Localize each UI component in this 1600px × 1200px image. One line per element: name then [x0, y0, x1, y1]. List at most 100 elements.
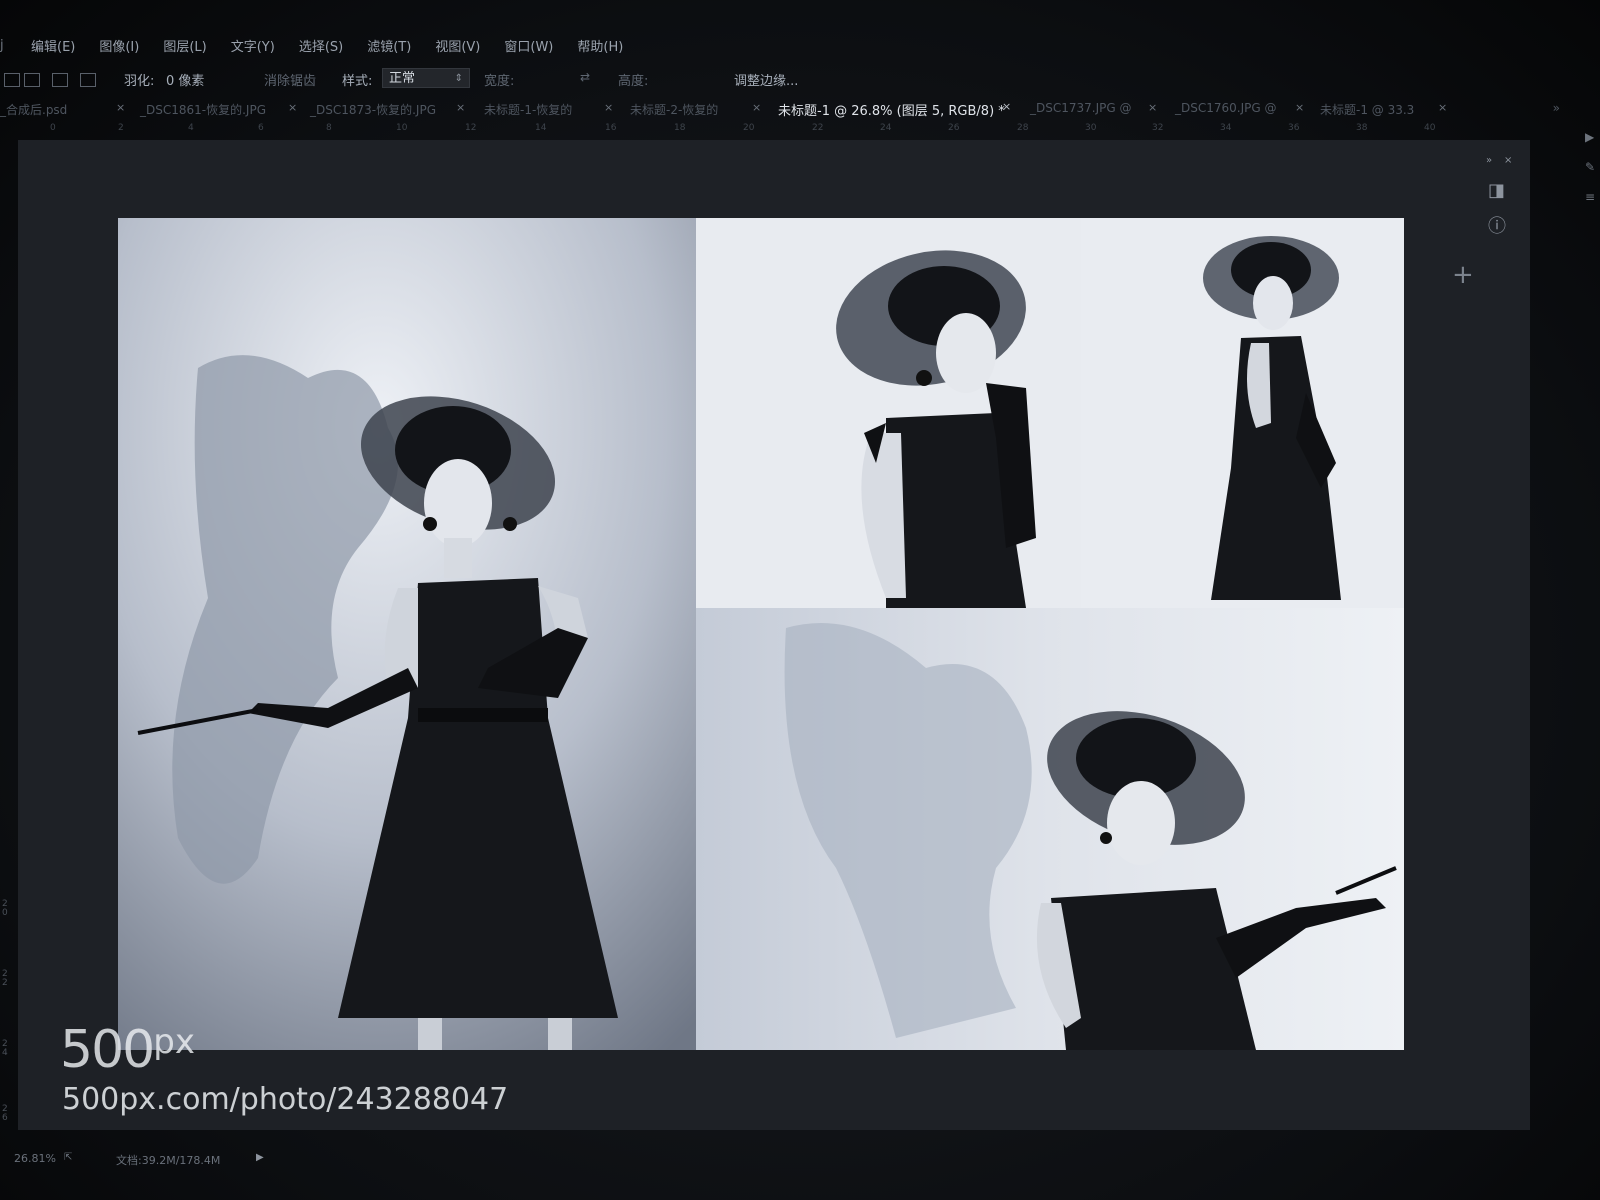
ruler-tick-label: 4	[188, 123, 194, 133]
ruler-tick-label: 32	[1152, 123, 1164, 133]
panel-collapse-icon[interactable]: »	[1486, 155, 1492, 166]
photo-standing-side-pose	[1081, 218, 1404, 608]
export-icon[interactable]: ⇱	[64, 1152, 72, 1163]
vruler-tick-label: 24	[2, 1039, 8, 1058]
menu-item-layer[interactable]: 图层(L)	[160, 34, 209, 57]
swap-icon[interactable]: ⇄	[580, 70, 590, 84]
image-canvas[interactable]	[118, 218, 1404, 1050]
close-icon[interactable]: ×	[604, 101, 613, 114]
watermark-logo: 500px	[60, 1020, 195, 1080]
close-icon[interactable]: ×	[1438, 101, 1447, 114]
zoom-level-field[interactable]: 26.81%	[14, 1152, 56, 1165]
tab-label: 未标题-1 @ 26.8% (图层 5, RGB/8) *	[778, 104, 1005, 119]
ruler-tick-label: 36	[1288, 123, 1300, 133]
menu-item-select[interactable]: 选择(S)	[296, 34, 346, 57]
menu-bar: j 编辑(E) 图像(I) 图层(L) 文字(Y) 选择(S) 滤镜(T) 视图…	[0, 30, 1600, 60]
subtract-selection-icon[interactable]	[52, 73, 68, 87]
tab-document[interactable]: 未标题-1-恢复的 ×	[484, 101, 613, 118]
tab-label: _DSC1861-恢复的.JPG	[140, 103, 266, 117]
monitor-screen: j 编辑(E) 图像(I) 图层(L) 文字(Y) 选择(S) 滤镜(T) 视图…	[0, 0, 1600, 1200]
menu-item-type[interactable]: 文字(Y)	[228, 34, 278, 57]
vruler-tick-label: 26	[2, 1104, 8, 1123]
sliders-icon[interactable]: ≡	[1585, 190, 1595, 204]
menu-item-file-partial[interactable]: j	[0, 38, 10, 53]
new-selection-icon[interactable]	[4, 73, 20, 87]
ruler-tick-label: 16	[605, 123, 617, 133]
right-panel-dock: » × ◨ ⓘ +	[1452, 150, 1520, 350]
watermark-url: 500px.com/photo/243288047	[62, 1082, 509, 1117]
horizontal-ruler: 0 2 4 6 8 10 12 14 16 18 20 22 24 26 28 …	[0, 122, 1540, 136]
options-bar: 羽化: 0 像素 消除锯齿 样式: 正常 ⇕ 宽度: ⇄ 高度: 调整边缘...	[0, 64, 1600, 94]
watermark-logo-px: px	[153, 1022, 195, 1062]
menu-item-help[interactable]: 帮助(H)	[574, 34, 626, 57]
width-label: 宽度:	[484, 74, 515, 89]
properties-icon[interactable]: ◨	[1488, 180, 1505, 201]
close-icon[interactable]: ×	[456, 101, 465, 114]
close-icon[interactable]: ×	[1295, 101, 1304, 114]
photo-full-length-pose	[118, 218, 698, 1050]
tab-document[interactable]: _DSC1737.JPG @ ×	[1030, 101, 1157, 115]
info-icon[interactable]: ⓘ	[1488, 212, 1506, 238]
tab-document[interactable]: 未标题-2-恢复的 ×	[630, 101, 761, 118]
ruler-tick-label: 14	[535, 123, 547, 133]
style-label: 样式:	[342, 74, 373, 89]
tab-document[interactable]: _DSC1873-恢复的.JPG ×	[310, 101, 465, 118]
ruler-tick-label: 22	[812, 123, 824, 133]
intersect-selection-icon[interactable]	[80, 73, 96, 87]
ruler-tick-label: 40	[1424, 123, 1436, 133]
tab-label: _DSC1873-恢复的.JPG	[310, 103, 436, 117]
status-bar: 26.81% ⇱ 文档:39.2M/178.4M ▶	[0, 1150, 1540, 1170]
status-menu-arrow-icon[interactable]: ▶	[256, 1152, 264, 1163]
feather-label: 羽化:	[124, 74, 155, 89]
tab-active-document[interactable]: 未标题-1 @ 26.8% (图层 5, RGB/8) * ×	[778, 100, 1011, 119]
tab-label: 未标题-1-恢复的	[484, 103, 573, 117]
menu-item-filter[interactable]: 滤镜(T)	[364, 34, 414, 57]
tab-label: _合成后.psd	[0, 103, 68, 117]
close-icon[interactable]: ×	[1148, 101, 1157, 114]
ruler-tick-label: 6	[258, 123, 264, 133]
menu-item-window[interactable]: 窗口(W)	[501, 34, 556, 57]
ruler-tick-label: 28	[1017, 123, 1029, 133]
add-selection-icon[interactable]	[24, 73, 40, 87]
menu-item-image[interactable]: 图像(I)	[96, 34, 142, 57]
far-right-toolbar: ▶ ✎ ≡	[1585, 120, 1600, 280]
refine-edge-button[interactable]: 调整边缘...	[734, 70, 798, 89]
vruler-tick-label: 20	[2, 899, 8, 918]
ruler-tick-label: 0	[50, 123, 56, 133]
menu-item-edit[interactable]: 编辑(E)	[28, 34, 78, 57]
tab-label: 未标题-2-恢复的	[630, 103, 719, 117]
ruler-tick-label: 38	[1356, 123, 1368, 133]
close-icon[interactable]: ×	[288, 101, 297, 114]
close-icon[interactable]: ×	[752, 101, 761, 114]
chevron-updown-icon: ⇕	[454, 73, 463, 84]
style-select[interactable]: 正常 ⇕	[382, 68, 470, 88]
brush-icon[interactable]: ✎	[1585, 160, 1595, 174]
feather-value-field[interactable]: 0 像素	[166, 70, 204, 89]
watermark-logo-main: 500	[60, 1020, 155, 1080]
tab-document[interactable]: _DSC1861-恢复的.JPG ×	[140, 101, 297, 118]
tab-document[interactable]: _DSC1760.JPG @ ×	[1175, 101, 1304, 115]
close-icon[interactable]: ×	[116, 101, 125, 114]
menu-item-view[interactable]: 视图(V)	[432, 34, 483, 57]
ruler-tick-label: 26	[948, 123, 960, 133]
ruler-tick-label: 2	[118, 123, 124, 133]
antialias-checkbox[interactable]: 消除锯齿	[264, 70, 316, 89]
ruler-tick-label: 10	[396, 123, 408, 133]
photo-profile-portrait	[696, 218, 1081, 608]
ruler-tick-label: 34	[1220, 123, 1232, 133]
document-size: 文档:39.2M/178.4M	[116, 1154, 221, 1167]
document-tab-bar: _合成后.psd × _DSC1861-恢复的.JPG × _DSC1873-恢…	[0, 98, 1560, 120]
panel-close-icon[interactable]: ×	[1504, 155, 1512, 166]
ruler-tick-label: 8	[326, 123, 332, 133]
ruler-tick-label: 24	[880, 123, 892, 133]
height-label: 高度:	[618, 74, 649, 89]
tab-label: 未标题-1 @ 33.3	[1320, 103, 1415, 117]
tab-document[interactable]: _合成后.psd ×	[0, 101, 125, 118]
tab-document[interactable]: 未标题-1 @ 33.3 ×	[1320, 101, 1447, 118]
play-icon[interactable]: ▶	[1585, 130, 1594, 144]
vertical-ruler: 20 22 24 26	[0, 140, 18, 1140]
close-icon[interactable]: ×	[1002, 100, 1011, 113]
tab-overflow-icon[interactable]: »	[1553, 101, 1560, 115]
ruler-tick-label: 30	[1085, 123, 1097, 133]
ruler-tick-label: 20	[743, 123, 755, 133]
